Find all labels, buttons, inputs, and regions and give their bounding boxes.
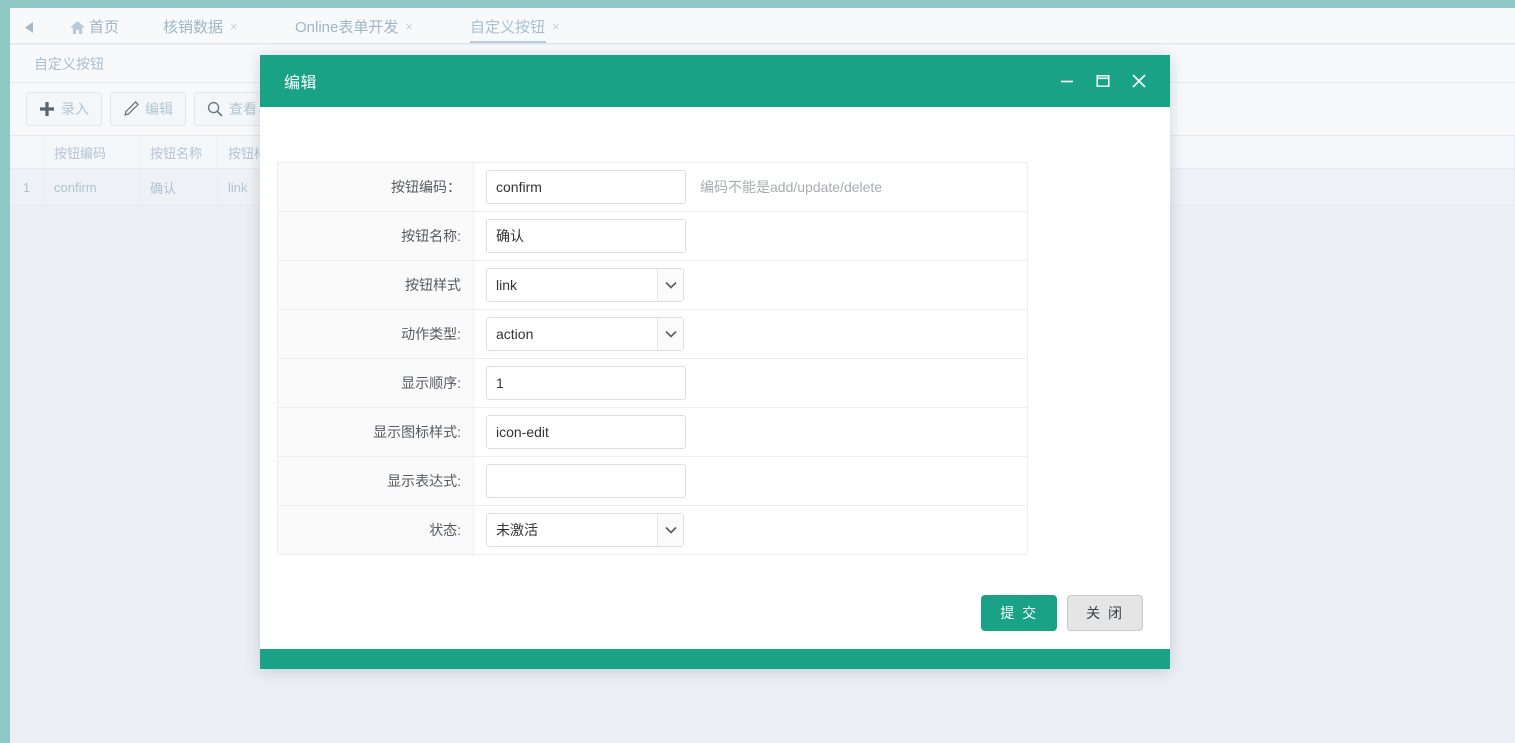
home-icon — [70, 20, 85, 34]
window-top-edge — [0, 0, 1515, 8]
form-row-button-code: 按钮编码： 编码不能是add/update/delete — [278, 163, 1027, 212]
edit-form: 按钮编码： 编码不能是add/update/delete 按钮名称: 按钮样式 — [277, 162, 1028, 555]
action-type-select[interactable]: action — [486, 317, 684, 351]
field-icon-style — [474, 408, 1027, 456]
close-button[interactable] — [1128, 70, 1150, 92]
dialog-header[interactable]: 编辑 — [260, 55, 1170, 107]
maximize-button[interactable] — [1092, 70, 1114, 92]
label-display-expression: 显示表达式: — [278, 457, 474, 505]
tab-bar: 首页 核销数据 × Online表单开发 × 自定义按钮 × — [10, 8, 1515, 44]
application-window: 首页 核销数据 × Online表单开发 × 自定义按钮 × 自定义按钮 录入 — [0, 0, 1515, 743]
submit-button[interactable]: 提 交 — [981, 595, 1058, 631]
dialog-body: 按钮编码： 编码不能是add/update/delete 按钮名称: 按钮样式 — [260, 107, 1170, 649]
view-button[interactable]: 查看 — [194, 92, 270, 126]
tab-label: Online表单开发 — [295, 18, 399, 36]
label-button-style: 按钮样式 — [278, 261, 474, 309]
label-icon-style: 显示图标样式: — [278, 408, 474, 456]
table-header-code: 按钮编码 — [44, 136, 140, 168]
tab-close-icon[interactable]: × — [552, 20, 560, 33]
field-button-code: 编码不能是add/update/delete — [474, 163, 1027, 211]
button-style-select[interactable]: link — [486, 268, 684, 302]
display-order-input[interactable] — [486, 366, 686, 400]
view-button-label: 查看 — [229, 101, 257, 117]
form-row-icon-style: 显示图标样式: — [278, 408, 1027, 457]
button-style-select-value[interactable]: link — [486, 268, 684, 302]
field-action-type: action — [474, 310, 1027, 358]
row-code: confirm — [44, 169, 140, 205]
form-row-status: 状态: 未激活 — [278, 506, 1027, 555]
tab-close-icon[interactable]: × — [230, 20, 238, 33]
label-button-code: 按钮编码： — [278, 163, 474, 211]
button-code-hint: 编码不能是add/update/delete — [700, 179, 883, 195]
edit-dialog: 编辑 按钮编码： confirm 编码不能是add/update/delete … — [260, 55, 1170, 669]
icon-style-input[interactable] — [486, 415, 686, 449]
dialog-title: 编辑 — [284, 75, 318, 92]
label-display-order: 显示顺序: — [278, 359, 474, 407]
add-button[interactable]: 录入 — [26, 92, 102, 126]
table-header-index — [10, 136, 44, 168]
field-display-expression — [474, 457, 1027, 505]
row-name: 确认 — [140, 169, 218, 205]
form-row-display-expression: 显示表达式: — [278, 457, 1027, 506]
edit-button-label: 编辑 — [145, 101, 173, 117]
tab-custom-button[interactable]: 自定义按钮 × — [470, 8, 560, 44]
field-button-style: link — [474, 261, 1027, 309]
form-row-button-style: 按钮样式 link — [278, 261, 1027, 310]
form-row-button-name: 按钮名称: — [278, 212, 1027, 261]
field-display-order — [474, 359, 1027, 407]
field-status: 未激活 — [474, 506, 1027, 554]
minimize-button[interactable] — [1056, 70, 1078, 92]
form-row-display-order: 显示顺序: — [278, 359, 1027, 408]
label-status: 状态: — [278, 506, 474, 554]
tab-label: 首页 — [89, 18, 120, 36]
form-row-action-type: 动作类型: action — [278, 310, 1027, 359]
tab-online-form-dev[interactable]: Online表单开发 × — [295, 8, 413, 44]
button-name-input[interactable] — [486, 219, 686, 253]
tab-label: 核销数据 — [163, 18, 224, 36]
close-dialog-button[interactable]: 关 闭 — [1067, 595, 1143, 631]
tab-verification-data[interactable]: 核销数据 × — [163, 8, 238, 44]
button-code-input[interactable] — [486, 170, 686, 204]
tab-scroll-left-icon[interactable] — [18, 16, 40, 38]
window-controls — [1056, 55, 1150, 107]
display-expression-input[interactable] — [486, 464, 686, 498]
status-select[interactable]: 未激活 — [486, 513, 684, 547]
action-type-select-value[interactable]: action — [486, 317, 684, 351]
label-action-type: 动作类型: — [278, 310, 474, 358]
window-left-edge — [0, 0, 10, 743]
search-icon — [207, 101, 223, 117]
field-button-name — [474, 212, 1027, 260]
tab-home[interactable]: 首页 — [70, 8, 119, 44]
add-button-label: 录入 — [61, 101, 89, 117]
plus-icon — [39, 101, 55, 117]
row-index: 1 — [10, 169, 44, 205]
edit-button[interactable]: 编辑 — [110, 92, 186, 126]
table-header-name: 按钮名称 — [140, 136, 218, 168]
tab-label: 自定义按钮 — [470, 18, 546, 36]
status-select-value[interactable]: 未激活 — [486, 513, 684, 547]
tab-close-icon[interactable]: × — [405, 20, 413, 33]
pencil-icon — [123, 101, 139, 117]
label-button-name: 按钮名称: — [278, 212, 474, 260]
dialog-footer: 提 交 关 闭 — [260, 577, 1170, 649]
dialog-bottom-bar — [260, 649, 1170, 669]
